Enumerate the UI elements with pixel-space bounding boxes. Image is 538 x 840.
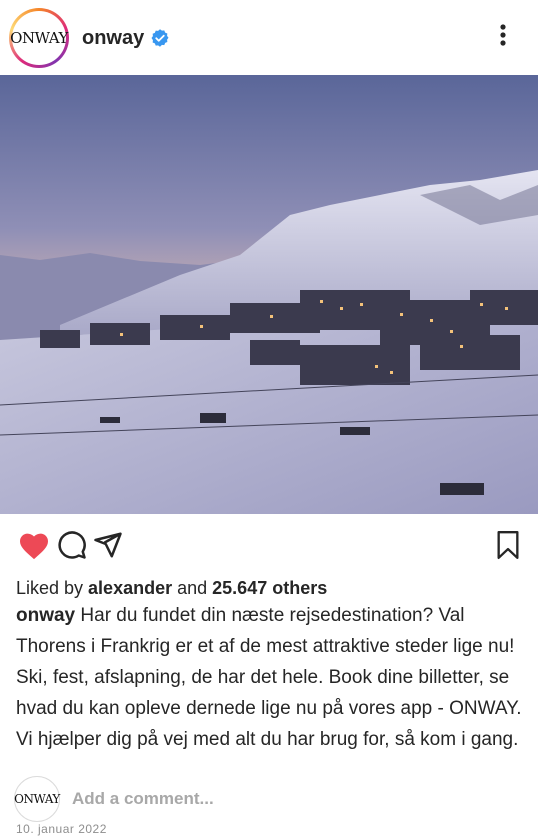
comment-icon[interactable]	[57, 530, 87, 560]
post-date: 10. januar 2022	[16, 822, 107, 836]
bookmark-icon[interactable]	[494, 529, 522, 561]
share-icon[interactable]	[93, 530, 123, 560]
commenter-avatar-logo: ONWAY	[14, 792, 60, 806]
likes-count[interactable]: 25.647 others	[212, 578, 327, 598]
profile-avatar[interactable]: ONWAY	[9, 8, 69, 68]
avatar-inner: ONWAY	[10, 11, 68, 65]
likes-prefix: Liked by	[16, 578, 89, 598]
caption-username[interactable]: onway	[16, 605, 75, 626]
heart-filled-icon[interactable]	[18, 530, 50, 560]
likes-summary[interactable]: Liked by alexander and 25.647 others	[16, 578, 327, 599]
post-header: ONWAY onway	[0, 0, 538, 75]
post-actions	[0, 520, 538, 570]
caption-text: Har du fundet din næste rejsedestination…	[16, 605, 522, 750]
verified-badge-icon	[151, 29, 169, 47]
add-comment-input[interactable]: Add a comment...	[72, 789, 214, 809]
post-username[interactable]: onway	[82, 27, 144, 50]
post-photo[interactable]	[0, 75, 538, 514]
avatar-logo: ONWAY	[10, 29, 68, 47]
likes-middle: and	[172, 578, 213, 598]
comment-row: ONWAY Add a comment...	[14, 776, 524, 822]
ski-resort-photo	[0, 75, 538, 514]
post-caption: onway Har du fundet din næste rejsedesti…	[16, 600, 526, 755]
more-options-icon[interactable]	[492, 22, 514, 48]
liked-by-user[interactable]: alexander	[88, 578, 172, 598]
commenter-avatar: ONWAY	[14, 776, 60, 822]
